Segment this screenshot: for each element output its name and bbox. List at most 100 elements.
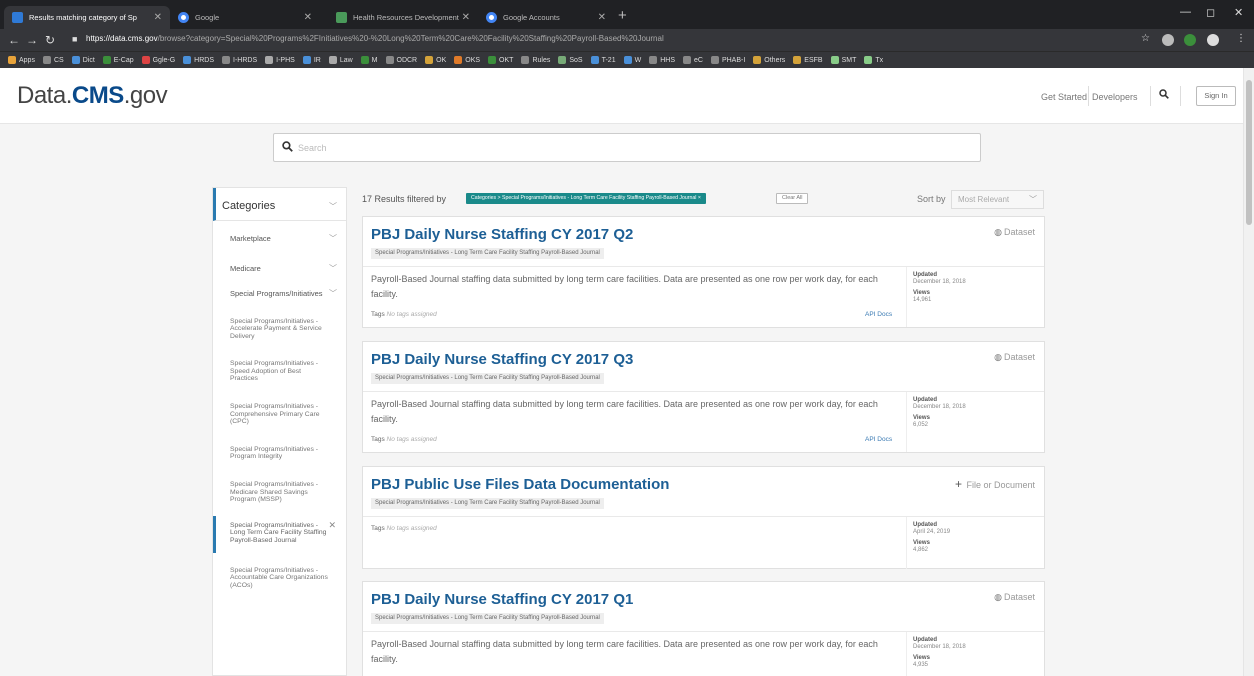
reload-icon[interactable]: ↻ — [45, 33, 55, 47]
logo-bold: CMS — [71, 82, 124, 109]
sidebar-subitem-cpc[interactable]: Special Programs/Initiatives - Comprehen… — [213, 403, 346, 426]
browser-tab-results[interactable]: Results matching category of Sp ✕ — [4, 6, 170, 29]
result-category-badge[interactable]: Special Programs/Initiatives - Long Term… — [371, 248, 604, 259]
extension-icon[interactable] — [1184, 34, 1196, 46]
sidebar-subitem-acos[interactable]: Special Programs/Initiatives - Accountab… — [213, 567, 346, 590]
remove-filter-icon[interactable]: ✕ — [328, 521, 336, 530]
bookmark-item[interactable]: HHS — [649, 56, 675, 64]
bookmark-label: HRDS — [194, 56, 215, 64]
bookmark-item[interactable]: IR — [302, 56, 321, 64]
window-close-icon[interactable]: ✕ — [1234, 6, 1243, 19]
api-docs-link[interactable]: API Docs — [865, 436, 892, 443]
bookmark-item[interactable]: E-Cap — [102, 56, 134, 64]
sort-select[interactable]: Most Relevant ﹀ — [951, 190, 1044, 209]
bookmark-item[interactable]: Law — [328, 56, 353, 64]
maximize-icon[interactable]: ◻ — [1206, 6, 1215, 19]
bookmark-label: IR — [313, 56, 321, 64]
result-meta: Updated December 18, 2018 Views 4,935 — [906, 632, 1044, 676]
star-icon[interactable]: ☆ — [1141, 33, 1150, 44]
extension-icon[interactable] — [1162, 34, 1174, 46]
browser-tab-google[interactable]: Google ✕ — [170, 6, 320, 29]
bookmark-item[interactable]: T-21 — [590, 56, 616, 64]
no-tags-text: No tags assigned — [386, 525, 437, 532]
api-docs-link[interactable]: API Docs — [865, 311, 892, 318]
result-category-badge[interactable]: Special Programs/Initiatives - Long Term… — [371, 373, 604, 384]
bookmark-icon — [42, 56, 51, 64]
bookmark-item[interactable]: SoS — [558, 56, 583, 64]
clear-all-button[interactable]: Clear All — [776, 193, 809, 204]
sidebar-item-label: Medicare — [230, 263, 261, 273]
bookmark-label: OKT — [499, 56, 514, 64]
sidebar-item-medicare[interactable]: Medicare ﹀ — [213, 263, 346, 274]
sidebar-item-special-programs[interactable]: Special Programs/Initiatives ﹀ — [213, 289, 346, 299]
bookmark-item[interactable]: Tx — [864, 56, 883, 64]
result-meta: Updated December 18, 2018 Views 14,961 — [906, 267, 1044, 327]
header-search-icon[interactable] — [1159, 89, 1169, 102]
address-bar[interactable]: https://data.cms.gov/browse?category=Spe… — [86, 34, 1116, 43]
browser-tab-accounts[interactable]: Google Accounts ✕ — [478, 6, 614, 29]
search-input[interactable] — [298, 138, 968, 158]
site-logo[interactable]: Data.CMS.gov — [17, 82, 168, 110]
profile-avatar-icon[interactable] — [1207, 34, 1219, 46]
logo-suffix: .gov — [123, 82, 168, 109]
bookmark-label: SMT — [841, 56, 857, 64]
bookmark-label: Dict — [82, 56, 95, 64]
scrollbar-thumb[interactable] — [1246, 80, 1252, 225]
sidebar-subitem-best-practices[interactable]: Special Programs/Initiatives - Speed Ado… — [213, 360, 346, 383]
sidebar-item-label: Special Programs/Initiatives — [230, 289, 323, 298]
bookmark-item[interactable]: I-PHS — [265, 56, 295, 64]
sidebar-subitem-label: Special Programs/Initiatives - Accountab… — [230, 566, 328, 589]
get-started-link[interactable]: Get Started — [1041, 92, 1087, 102]
result-title-link[interactable]: PBJ Daily Nurse Staffing CY 2017 Q1 — [371, 591, 633, 608]
header-divider — [1150, 86, 1151, 106]
back-arrow-icon[interactable]: ← — [8, 33, 20, 47]
new-tab-button[interactable]: + — [618, 7, 627, 24]
views-label: Views — [913, 290, 930, 296]
sidebar-subitem-program-integrity[interactable]: Special Programs/Initiatives - Program I… — [213, 446, 346, 461]
active-filter-chip[interactable]: Categories > Special Programs/Initiative… — [466, 193, 706, 204]
sidebar-subitem-accelerate-payment[interactable]: Special Programs/Initiatives - Accelerat… — [213, 318, 346, 341]
page-scrollbar[interactable] — [1243, 68, 1254, 676]
bookmark-item[interactable]: I-HRDS — [222, 56, 257, 64]
close-tab-icon[interactable]: ✕ — [154, 12, 162, 23]
categories-header[interactable]: Categories ﹀ — [213, 188, 346, 221]
sidebar-subitem-mssp[interactable]: Special Programs/Initiatives - Medicare … — [213, 481, 346, 504]
result-category-badge[interactable]: Special Programs/Initiatives - Long Term… — [371, 613, 604, 624]
bookmark-item[interactable]: Others — [753, 56, 785, 64]
minimize-icon[interactable]: — — [1180, 6, 1191, 18]
bookmark-item[interactable]: Dict — [71, 56, 95, 64]
bookmark-item[interactable]: W — [623, 56, 641, 64]
result-type-text: Dataset — [1003, 592, 1035, 602]
result-title-link[interactable]: PBJ Daily Nurse Staffing CY 2017 Q3 — [371, 351, 633, 368]
bookmark-item[interactable]: Ggle-G — [141, 56, 175, 64]
bookmark-item[interactable]: eC — [682, 56, 703, 64]
developers-link[interactable]: Developers — [1092, 92, 1138, 102]
bookmark-item[interactable]: CS — [42, 56, 64, 64]
result-category-badge[interactable]: Special Programs/Initiatives - Long Term… — [371, 498, 604, 509]
bookmark-item[interactable]: Apps — [8, 56, 35, 64]
bookmark-item[interactable]: OK — [425, 56, 446, 64]
close-tab-icon[interactable]: ✕ — [598, 12, 606, 23]
result-title-link[interactable]: PBJ Public Use Files Data Documentation — [371, 476, 669, 493]
bookmark-item[interactable]: PHAB-I — [710, 56, 745, 64]
bookmark-item[interactable]: ESFB — [793, 56, 823, 64]
forward-arrow-icon[interactable]: → — [26, 33, 38, 47]
close-tab-icon[interactable]: ✕ — [304, 12, 312, 23]
bookmark-item[interactable]: OKT — [488, 56, 513, 64]
close-tab-icon[interactable]: ✕ — [462, 12, 470, 23]
bookmark-item[interactable]: SMT — [830, 56, 857, 64]
bookmark-item[interactable]: HRDS — [183, 56, 214, 64]
result-title-link[interactable]: PBJ Daily Nurse Staffing CY 2017 Q2 — [371, 226, 633, 243]
bookmark-item[interactable]: M — [360, 56, 378, 64]
browser-menu-icon[interactable]: ⋮ — [1236, 33, 1246, 44]
bookmark-item[interactable]: Rules — [521, 56, 550, 64]
sign-in-button[interactable]: Sign In — [1196, 86, 1236, 106]
sidebar-subitem-long-term-care[interactable]: Special Programs/Initiatives - Long Term… — [213, 515, 346, 553]
result-type-text: Dataset — [1003, 227, 1035, 237]
bookmark-item[interactable]: OKS — [454, 56, 480, 64]
browser-tab-health[interactable]: Health Resources Development ✕ — [328, 6, 478, 29]
bookmark-item[interactable]: ODCR — [385, 56, 417, 64]
sidebar-subitem-label: Special Programs/Initiatives - Long Term… — [230, 521, 327, 544]
sidebar-item-marketplace[interactable]: Marketplace ﹀ — [213, 234, 346, 244]
bookmark-icon — [488, 56, 497, 64]
